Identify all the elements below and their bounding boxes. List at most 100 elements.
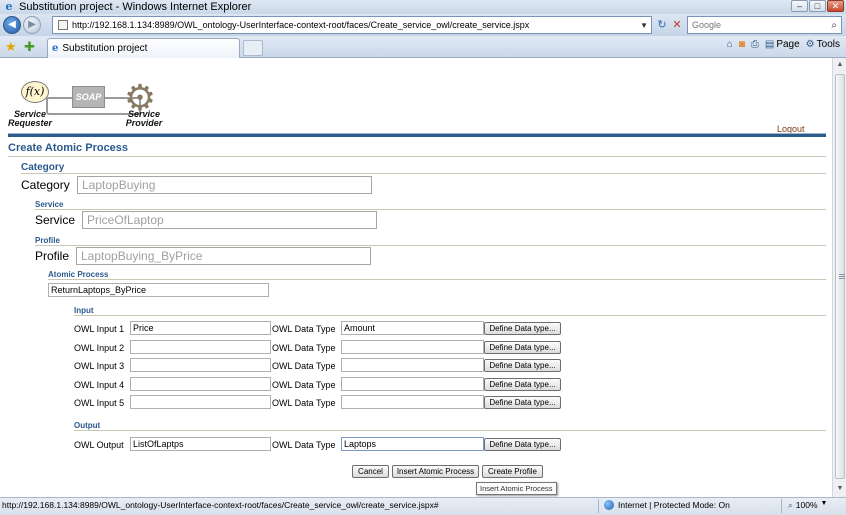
feeds-icon[interactable]: ◙	[739, 39, 745, 50]
define-output-data-type-button[interactable]: Define Data type...	[484, 438, 561, 451]
profile-field[interactable]: LaptopBuying_ByPrice	[76, 247, 371, 265]
window-titlebar: e Substitution project - Windows Interne…	[0, 0, 846, 14]
home-icon[interactable]: ⌂	[727, 39, 733, 50]
profile-label: Profile	[35, 249, 70, 263]
service-section-title: Service	[35, 200, 64, 209]
ie-logo-icon: e	[5, 0, 13, 13]
service-field[interactable]: PriceOfLaptop	[82, 211, 377, 229]
stop-icon[interactable]: ✕	[670, 18, 684, 32]
owl-input-4-field[interactable]	[130, 377, 271, 391]
owl-input-1-field[interactable]: Price	[130, 321, 271, 335]
forward-button[interactable]: ▶	[23, 16, 41, 34]
zoom-control[interactable]: ⌕ 100% ▼	[788, 500, 827, 511]
function-icon: f(x)	[21, 81, 49, 103]
search-icon[interactable]: ⌕	[831, 20, 837, 31]
close-button[interactable]: ✕	[827, 0, 844, 12]
tools-icon[interactable]: ⚙	[806, 39, 815, 50]
owl-data-type-4-label: OWL Data Type	[272, 380, 336, 390]
define-data-type-2-button[interactable]: Define Data type...	[484, 341, 561, 354]
owl-data-type-3-field[interactable]	[341, 358, 484, 372]
scroll-up-icon[interactable]: ▲	[834, 59, 846, 71]
atomic-process-field[interactable]: ReturnLaptops_ByPrice	[48, 283, 269, 297]
service-label: Service	[35, 213, 76, 227]
scroll-down-icon[interactable]: ▼	[834, 483, 846, 495]
zoom-level: 100%	[795, 500, 818, 510]
owl-output-data-type-label: OWL Data Type	[272, 440, 336, 450]
address-bar[interactable]: http://192.168.1.134:8989/OWL_ontology-U…	[52, 16, 652, 34]
service-logo: f(x) SOAP ⚙ Service Requester Service Pr…	[8, 80, 168, 150]
owl-data-type-1-label: OWL Data Type	[272, 324, 336, 334]
address-url: http://192.168.1.134:8989/OWL_ontology-U…	[72, 20, 530, 30]
service-provider-label: Service Provider	[125, 109, 163, 128]
status-url: http://192.168.1.134:8989/OWL_ontology-U…	[2, 500, 439, 510]
owl-data-type-2-label: OWL Data Type	[272, 343, 336, 353]
owl-input-4-label: OWL Input 4	[74, 380, 125, 390]
owl-output-data-type-field[interactable]: Laptops	[341, 437, 484, 451]
owl-data-type-2-field[interactable]	[341, 340, 484, 354]
page-menu[interactable]: Page	[776, 39, 799, 50]
input-section-title: Input	[74, 306, 94, 315]
print-icon[interactable]: ⎙	[751, 39, 759, 50]
output-section-title: Output	[74, 421, 101, 430]
owl-data-type-5-field[interactable]	[341, 395, 484, 409]
divider	[74, 430, 826, 431]
scrollbar-thumb[interactable]	[835, 74, 845, 479]
owl-input-5-field[interactable]	[130, 395, 271, 409]
owl-data-type-4-field[interactable]	[341, 377, 484, 391]
navigation-bar: ◀ ▶ http://192.168.1.134:8989/OWL_ontolo…	[0, 14, 846, 36]
zoom-dropdown-icon[interactable]: ▼	[821, 500, 828, 511]
profile-section-title: Profile	[35, 236, 60, 245]
search-input[interactable]	[692, 20, 822, 30]
minimize-button[interactable]: –	[791, 0, 808, 12]
insert-atomic-process-tooltip: Insert Atomic Process	[476, 482, 557, 495]
soap-box: SOAP	[72, 86, 105, 108]
status-bar: http://192.168.1.134:8989/OWL_ontology-U…	[0, 497, 846, 515]
owl-output-field[interactable]: ListOfLaptps	[130, 437, 271, 451]
vertical-scrollbar[interactable]: ▲ ▼	[832, 58, 846, 497]
divider	[8, 156, 826, 157]
divider	[21, 173, 826, 174]
owl-data-type-3-label: OWL Data Type	[272, 361, 336, 371]
owl-data-type-1-field[interactable]: Amount	[341, 321, 484, 335]
page-title: Create Atomic Process	[8, 142, 129, 154]
internet-globe-icon	[604, 500, 614, 510]
divider	[35, 209, 826, 210]
define-data-type-3-button[interactable]: Define Data type...	[484, 359, 561, 372]
header-divider	[8, 133, 826, 137]
add-favorites-icon[interactable]: ✚	[24, 40, 35, 53]
tab-label: Substitution project	[62, 43, 148, 54]
divider	[48, 279, 826, 280]
insert-atomic-process-button[interactable]: Insert Atomic Process	[392, 465, 479, 478]
category-section-title: Category	[21, 162, 65, 173]
owl-input-5-label: OWL Input 5	[74, 398, 125, 408]
search-box[interactable]: ⌕	[687, 16, 842, 34]
window-title: Substitution project - Windows Internet …	[19, 1, 252, 13]
owl-input-3-field[interactable]	[130, 358, 271, 372]
define-data-type-5-button[interactable]: Define Data type...	[484, 396, 561, 409]
page-menu-icon[interactable]: ▤	[765, 39, 774, 50]
security-zone[interactable]: Internet | Protected Mode: On	[604, 500, 730, 510]
tab-ie-icon: e	[52, 43, 59, 54]
refresh-icon[interactable]: ↻	[655, 18, 669, 32]
divider	[35, 245, 826, 246]
favorites-star-icon[interactable]: ★	[5, 40, 17, 53]
owl-input-3-label: OWL Input 3	[74, 361, 125, 371]
owl-input-1-label: OWL Input 1	[74, 324, 125, 334]
address-dropdown-icon[interactable]: ▼	[640, 21, 648, 30]
divider	[74, 315, 826, 316]
page-content: f(x) SOAP ⚙ Service Requester Service Pr…	[0, 58, 832, 497]
new-tab-button[interactable]	[243, 40, 263, 56]
tools-menu[interactable]: Tools	[817, 39, 840, 50]
define-data-type-1-button[interactable]: Define Data type...	[484, 322, 561, 335]
back-button[interactable]: ◀	[3, 16, 21, 34]
cancel-button[interactable]: Cancel	[352, 465, 389, 478]
owl-data-type-5-label: OWL Data Type	[272, 398, 336, 408]
owl-input-2-label: OWL Input 2	[74, 343, 125, 353]
category-field[interactable]: LaptopBuying	[77, 176, 372, 194]
maximize-button[interactable]: □	[809, 0, 826, 12]
owl-input-2-field[interactable]	[130, 340, 271, 354]
tab-substitution-project[interactable]: e Substitution project	[47, 38, 240, 58]
service-requester-label: Service Requester	[8, 109, 53, 128]
create-profile-button[interactable]: Create Profile	[482, 465, 543, 478]
define-data-type-4-button[interactable]: Define Data type...	[484, 378, 561, 391]
